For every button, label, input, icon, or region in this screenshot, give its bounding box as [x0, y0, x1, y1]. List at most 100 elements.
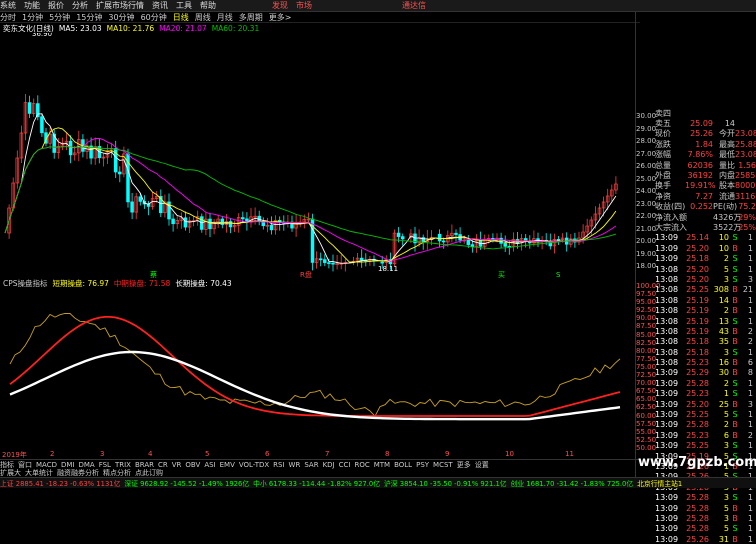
menu-center-1[interactable]: 市场: [296, 0, 312, 11]
menu-item-1[interactable]: 功能: [24, 0, 40, 11]
tick-count: 1: [747, 233, 753, 243]
tick-volume: 3: [723, 274, 729, 284]
date-tick: 9: [445, 450, 450, 458]
tick-volume: 2: [723, 254, 729, 264]
ma60-value: MA60: 20.31: [211, 23, 260, 33]
tick-time: 13:09: [655, 441, 679, 451]
menu-item-0[interactable]: 系统: [0, 0, 16, 11]
tick-volume: 25: [718, 399, 729, 409]
price-tick: 27.00: [636, 149, 657, 158]
tick-time: 13:08: [655, 274, 679, 284]
candlestick-chart[interactable]: 36.90 18.11 蔡 R盘 买 S: [0, 33, 635, 278]
price-tick: 19.00: [636, 249, 657, 258]
tick-volume: 13: [718, 316, 729, 326]
date-tick: 3: [100, 450, 105, 458]
tick-volume: 5: [723, 410, 729, 420]
period-tab-9[interactable]: 多周期: [239, 12, 263, 23]
tick-time: 13:09: [655, 493, 679, 503]
tick-count: 2: [747, 337, 753, 347]
tick-price: 25.28: [686, 378, 709, 388]
tick-row: 13:08 25.19 2 B 1: [655, 305, 756, 315]
menu-center-0[interactable]: 发现: [272, 0, 288, 11]
tick-dir: B: [732, 358, 738, 368]
tick-price: 25.18: [686, 254, 709, 264]
quote-label: 大宗流入: [655, 223, 687, 232]
period-tab-7[interactable]: 周线: [195, 12, 211, 23]
quote-value2: 25854: [735, 171, 756, 181]
tick-dir: B: [732, 306, 738, 316]
tick-volume: 30: [718, 368, 729, 378]
indicator-tick: 70.00: [636, 379, 657, 388]
tick-time: 13:09: [655, 254, 679, 264]
tick-count: 1: [747, 243, 753, 253]
event-marker-2: 买: [498, 271, 505, 278]
tick-volume: 3: [723, 347, 729, 357]
menu-item-3[interactable]: 分析: [72, 0, 88, 11]
indicator-tick: 85.00: [636, 330, 657, 339]
tick-price: 25.29: [686, 368, 709, 378]
menu-item-6[interactable]: 工具: [176, 0, 192, 11]
indicator-bg: [0, 288, 635, 454]
price-tick: 20.00: [636, 237, 657, 245]
tick-volume: 10: [718, 243, 729, 253]
extension-tab-3[interactable]: 精点分析: [103, 468, 131, 478]
period-tab-8[interactable]: 月线: [217, 12, 233, 23]
tick-price: 25.28: [686, 503, 709, 513]
period-tab-5[interactable]: 60分钟: [141, 12, 167, 23]
quote-row: 卖四: [655, 108, 756, 118]
period-tab-0[interactable]: 分时: [0, 12, 16, 23]
candle-body: [138, 196, 143, 202]
period-tab-2[interactable]: 5分钟: [49, 12, 70, 23]
menu-item-5[interactable]: 资讯: [152, 0, 168, 11]
quote-row: 外盘 36192 内盘25854: [655, 170, 756, 180]
extension-tab-2[interactable]: 融资融券分析: [57, 468, 99, 478]
tick-dir: B: [732, 534, 738, 544]
tick-volume: 6: [723, 430, 729, 440]
tick-count: 2: [747, 326, 753, 336]
tick-row: 13:09 25.28 2 S 1: [655, 378, 756, 388]
price-tick: 24.00: [636, 187, 657, 195]
date-tick: 7: [325, 450, 330, 458]
tick-time: 13:08: [655, 358, 679, 368]
period-tab-3[interactable]: 15分钟: [76, 12, 102, 23]
quote-label2: 内盘: [719, 171, 735, 181]
candle-body: [556, 239, 561, 241]
quote-row: 收益(四) 0.252 PE(动) 75.2: [655, 202, 756, 212]
menu-item-2[interactable]: 报价: [48, 0, 64, 11]
extension-tab-1[interactable]: 大单统计: [25, 468, 53, 478]
period-tab-10[interactable]: 更多>: [269, 12, 292, 23]
tick-row: 13:09 25.20 25 B 3: [655, 399, 756, 409]
extension-tab-0[interactable]: 扩展大: [0, 468, 21, 478]
candle-body: [318, 258, 323, 261]
tick-volume: 308: [713, 285, 729, 295]
tick-dir: B: [732, 326, 738, 336]
indicator-chart[interactable]: [0, 288, 635, 454]
quote-value: 7.86%: [687, 150, 713, 160]
tick-volume: 10: [718, 233, 729, 243]
candle-body: [130, 201, 134, 213]
candle-body: [208, 218, 212, 230]
tick-time: 13:09: [655, 233, 679, 243]
candle-body: [241, 217, 245, 220]
tick-dir: S: [732, 233, 738, 243]
period-tab-6[interactable]: 日线: [173, 12, 189, 23]
period-tab-4[interactable]: 30分钟: [108, 12, 134, 23]
tick-time: 13:09: [655, 524, 679, 534]
menu-item-7[interactable]: 帮助: [200, 0, 216, 11]
tick-count: 1: [747, 347, 753, 357]
period-tab-1[interactable]: 1分钟: [22, 12, 43, 23]
indicator-tick: 95.00: [636, 298, 657, 307]
extension-tab-4[interactable]: 点此订购: [135, 468, 163, 478]
quote-value: 36192: [687, 171, 713, 181]
watermark: www.7gpzb.com: [638, 455, 756, 470]
menu-item-4[interactable]: 扩展市场行情: [96, 0, 144, 11]
date-tick: 5: [205, 450, 210, 458]
tick-row: 13:09 25.14 10 S 1: [655, 233, 756, 243]
quote-row: 现价 25.26 今开 23.08: [655, 129, 756, 139]
indicator-tick: 90.00: [636, 314, 657, 323]
quote-value2: 75.2: [738, 202, 756, 212]
quote-value2: 25.88: [735, 139, 756, 149]
event-marker-1: R盘: [300, 270, 312, 278]
tick-row: 13:09 25.28 5 B 1: [655, 503, 756, 513]
price-tick: 30.00: [636, 112, 657, 120]
